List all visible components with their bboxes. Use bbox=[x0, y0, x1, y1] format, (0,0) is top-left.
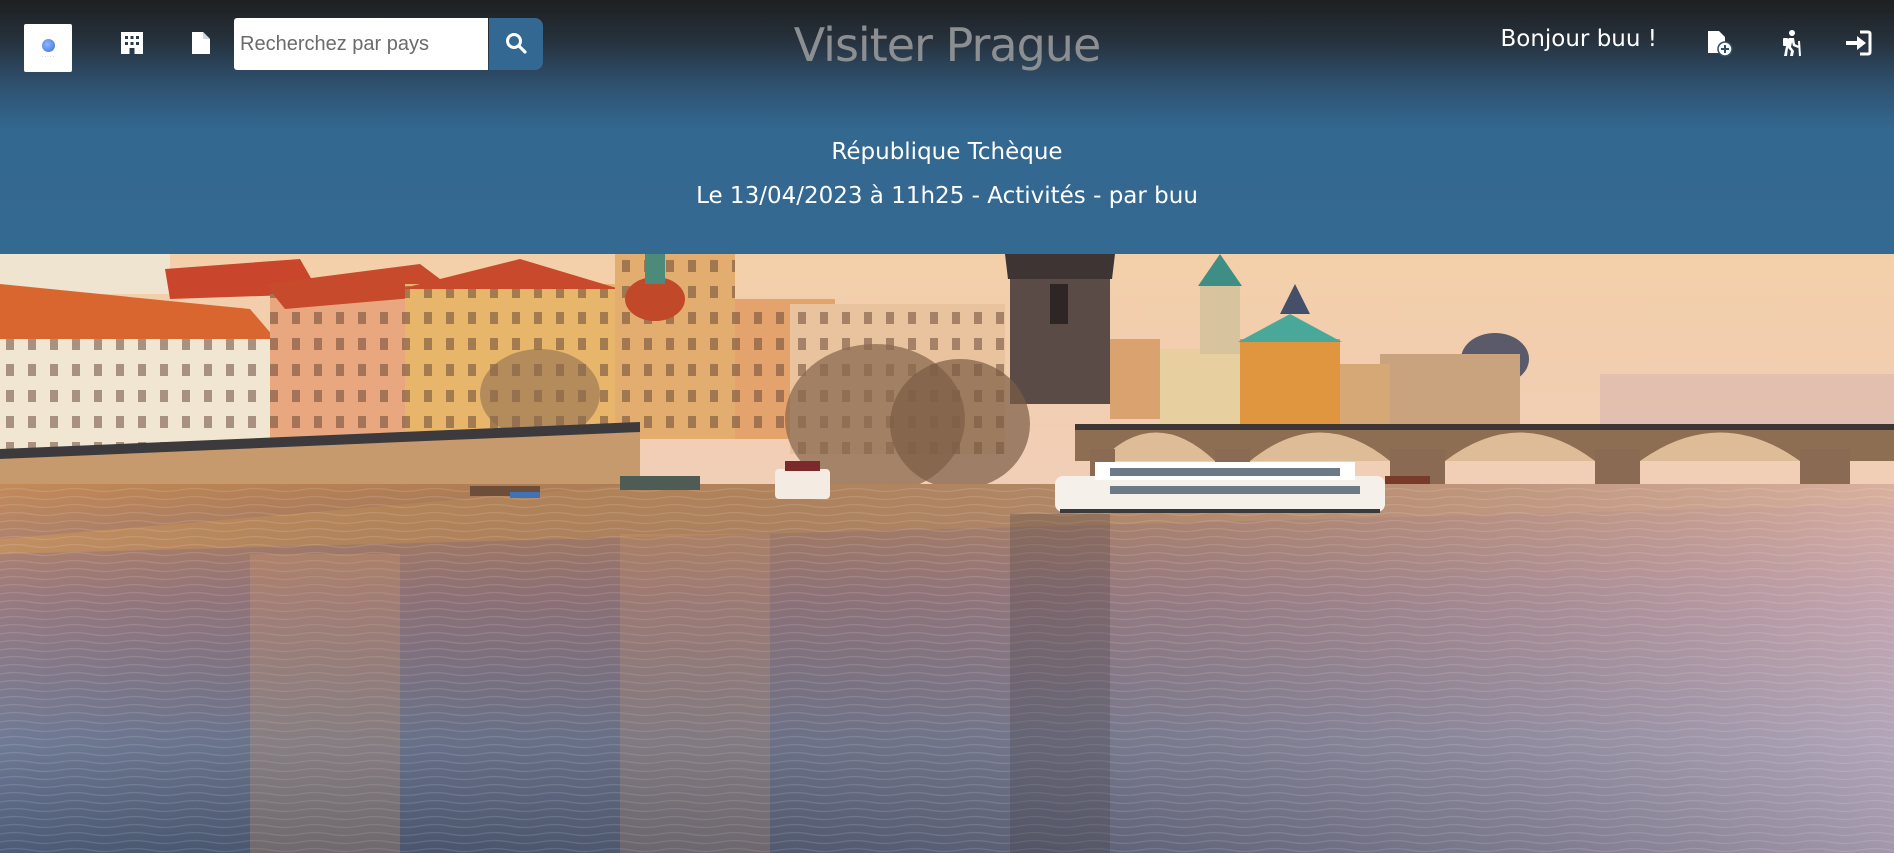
prague-photo bbox=[0, 254, 1894, 853]
hero-image bbox=[0, 254, 1894, 853]
top-header: · · · · · Visiter Prague Bonjour b bbox=[0, 0, 1894, 254]
user-greeting: Bonjour buu ! bbox=[1500, 26, 1657, 52]
sign-in-icon[interactable] bbox=[1843, 28, 1873, 58]
country-label: République Tchèque bbox=[831, 139, 1063, 165]
article-meta: Le 13/04/2023 à 11h25 - Activités - par … bbox=[696, 183, 1198, 209]
hiking-icon[interactable] bbox=[1776, 28, 1806, 58]
file-add-icon[interactable] bbox=[1704, 28, 1734, 58]
